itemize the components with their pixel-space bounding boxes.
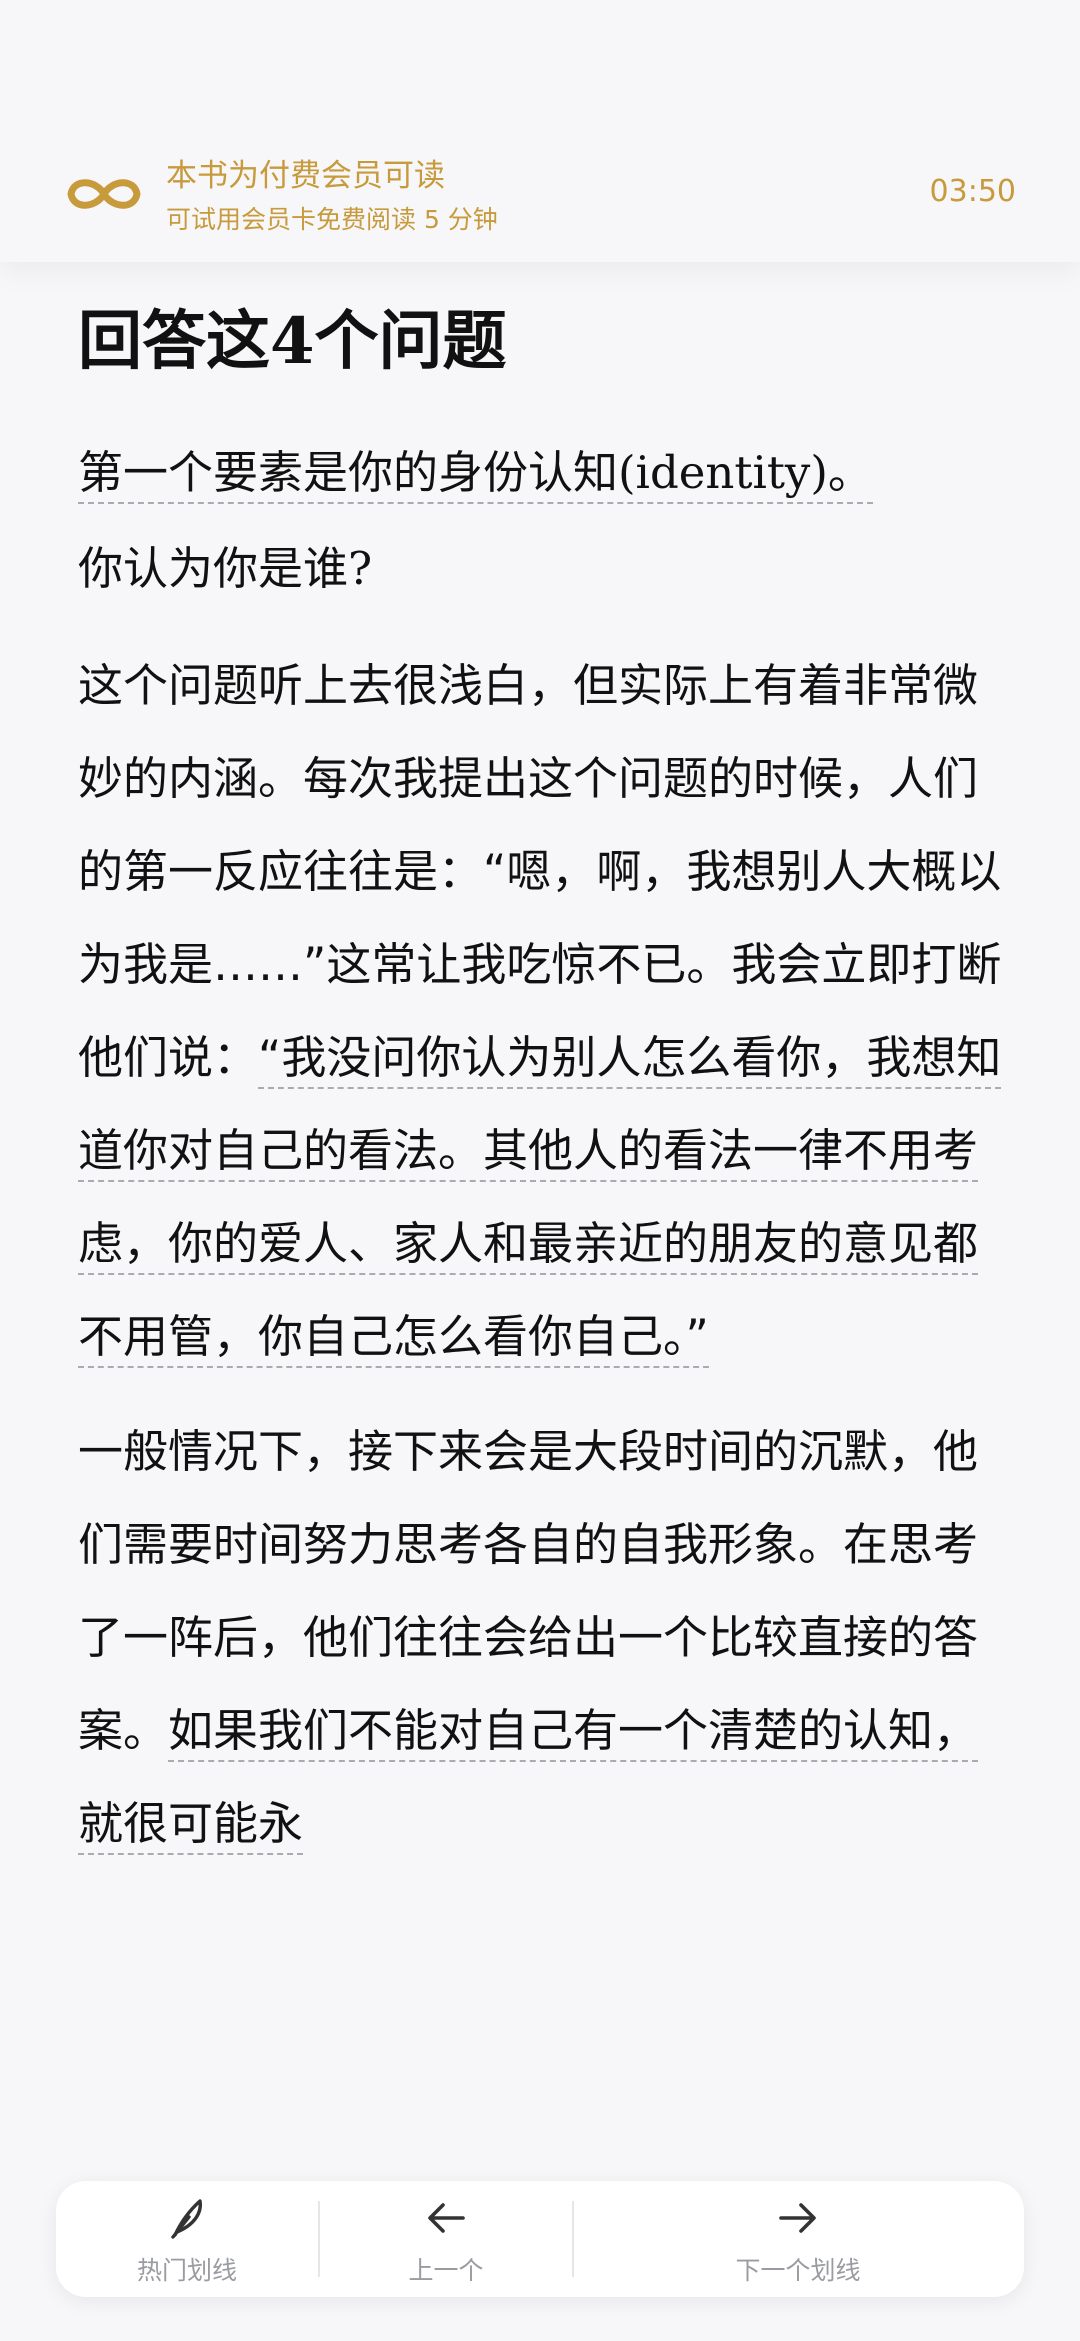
paragraph-2: 这个问题听上去很浅白，但实际上有着非常微妙的内涵。每次我提出这个问题的时候，人们… xyxy=(78,639,1002,1383)
paragraph-text: 这个问题听上去很浅白，但实际上有着非常微妙的内涵。每次我提出这个问题的时候，人们… xyxy=(78,659,1002,1085)
hot-highlights-label: 热门划线 xyxy=(136,2256,237,2285)
next-highlight-button[interactable]: 下一个划线 xyxy=(574,2181,1022,2297)
arrow-right-icon xyxy=(779,2203,816,2233)
trial-timer: 03:50 xyxy=(929,174,1016,209)
next-highlight-label: 下一个划线 xyxy=(735,2256,861,2285)
highlighted-underline[interactable]: 如果我们不能对自己有一个清楚的认知，就很可能永 xyxy=(78,1704,979,1856)
bottom-navigation-bar: 热门划线 上一个 下一个划线 xyxy=(56,2181,1024,2297)
highlighted-underline[interactable]: 第一个要素是你的身份认知(identity)。 xyxy=(78,446,873,505)
hot-highlights-button[interactable]: 热门划线 xyxy=(56,2181,318,2297)
banner-subtitle: 可试用会员卡免费阅读 5 分钟 xyxy=(166,205,498,234)
arrow-left-icon xyxy=(428,2203,465,2233)
infinity-icon xyxy=(67,179,141,209)
previous-label: 上一个 xyxy=(408,2256,484,2285)
feather-icon xyxy=(171,2199,202,2239)
paragraph-3: 一般情况下，接下来会是大段时间的沉默，他们需要时间努力思考各自的自我形象。在思考… xyxy=(78,1405,1002,1870)
chapter-title: 回答这4个问题 xyxy=(78,304,507,379)
paragraph-1: 第一个要素是你的身份认知(identity)。你认为你是谁? xyxy=(78,425,1002,617)
membership-banner[interactable]: 本书为付费会员可读 可试用会员卡免费阅读 5 分钟 03:50 xyxy=(0,0,1080,262)
previous-button[interactable]: 上一个 xyxy=(320,2181,572,2297)
reading-content[interactable]: 回答这4个问题 第一个要素是你的身份认知(identity)。你认为你是谁? 这… xyxy=(78,300,1002,2140)
paragraph-text: 你认为你是谁? xyxy=(78,542,373,596)
banner-title: 本书为付费会员可读 xyxy=(166,158,445,194)
